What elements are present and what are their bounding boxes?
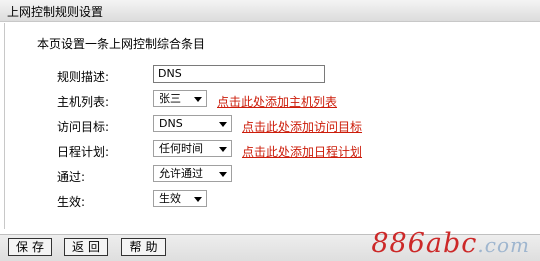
effective-label: 生效: [57,195,86,209]
pass-value: 允许通过 [159,167,203,180]
chevron-down-icon [219,147,227,152]
row-schedule: 日程计划: 任何时间 点击此处添加日程计划 [5,140,540,160]
schedule-value: 任何时间 [159,142,203,155]
watermark-main: 886abc [371,228,478,259]
button-bar: 保存 返回 帮助 886abc.com [0,228,540,261]
host-list-select[interactable]: 张三 [153,90,207,107]
save-button[interactable]: 保存 [8,238,52,256]
row-rule-desc: 规则描述: DNS [5,65,540,85]
watermark: 886abc.com [371,228,530,259]
rule-desc-input[interactable]: DNS [153,65,325,83]
chevron-down-icon [194,97,202,102]
effective-value: 生效 [159,192,181,205]
chevron-down-icon [219,122,227,127]
help-button[interactable]: 帮助 [121,238,166,256]
add-schedule-link[interactable]: 点击此处添加日程计划 [242,143,362,160]
watermark-suffix: .com [477,233,530,257]
back-button[interactable]: 返回 [64,238,108,256]
settings-panel: 本页设置一条上网控制综合条目 规则描述: DNS 主机列表: 张三 点击此处添加… [4,23,540,229]
pass-label: 通过: [57,170,86,184]
row-access-target: 访问目标: DNS 点击此处添加访问目标 [5,115,540,135]
title-bar: 上网控制规则设置 [0,0,540,22]
access-target-value: DNS [159,117,183,130]
page-description: 本页设置一条上网控制综合条目 [37,37,206,51]
pass-select[interactable]: 允许通过 [153,165,232,182]
host-list-value: 张三 [159,92,181,105]
access-target-label: 访问目标: [57,120,110,134]
row-effective: 生效: 生效 [5,190,540,210]
rule-desc-label: 规则描述: [57,70,110,84]
host-list-label: 主机列表: [57,95,110,109]
chevron-down-icon [219,172,227,177]
access-target-select[interactable]: DNS [153,115,232,132]
schedule-label: 日程计划: [57,145,110,159]
add-host-list-link[interactable]: 点击此处添加主机列表 [217,93,337,110]
row-pass: 通过: 允许通过 [5,165,540,185]
window-title: 上网控制规则设置 [7,5,104,19]
row-host-list: 主机列表: 张三 点击此处添加主机列表 [5,90,540,110]
schedule-select[interactable]: 任何时间 [153,140,232,157]
effective-select[interactable]: 生效 [153,190,207,207]
chevron-down-icon [194,197,202,202]
add-access-target-link[interactable]: 点击此处添加访问目标 [242,118,362,135]
